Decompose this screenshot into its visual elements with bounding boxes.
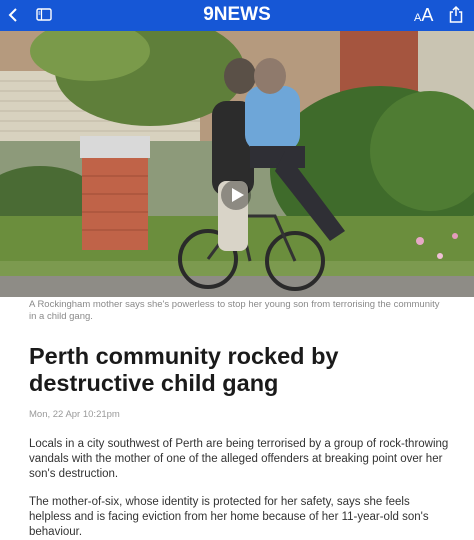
image-caption: A Rockingham mother says she's powerless…	[29, 299, 440, 322]
logo-news: NEWS	[213, 4, 271, 25]
nine-news-logo: 9NEWS	[0, 4, 474, 26]
article-headline: Perth community rocked by destructive ch…	[29, 343, 339, 396]
text-size-big: A	[421, 5, 434, 25]
top-navigation-bar: 9NEWS AA	[0, 0, 474, 31]
share-icon[interactable]	[449, 4, 463, 24]
logo-nine: 9	[203, 4, 214, 25]
article-paragraph: The mother-of-six, whose identity is pro…	[29, 496, 429, 538]
article-paragraph: Locals in a city southwest of Perth are …	[29, 438, 449, 480]
hero-video[interactable]	[0, 31, 474, 297]
article-date: Mon, 22 Apr 10:21pm	[29, 409, 120, 420]
play-button[interactable]	[221, 180, 251, 210]
hero-video-frame	[0, 31, 474, 297]
play-icon	[232, 188, 244, 202]
text-size-button[interactable]: AA	[414, 5, 433, 26]
